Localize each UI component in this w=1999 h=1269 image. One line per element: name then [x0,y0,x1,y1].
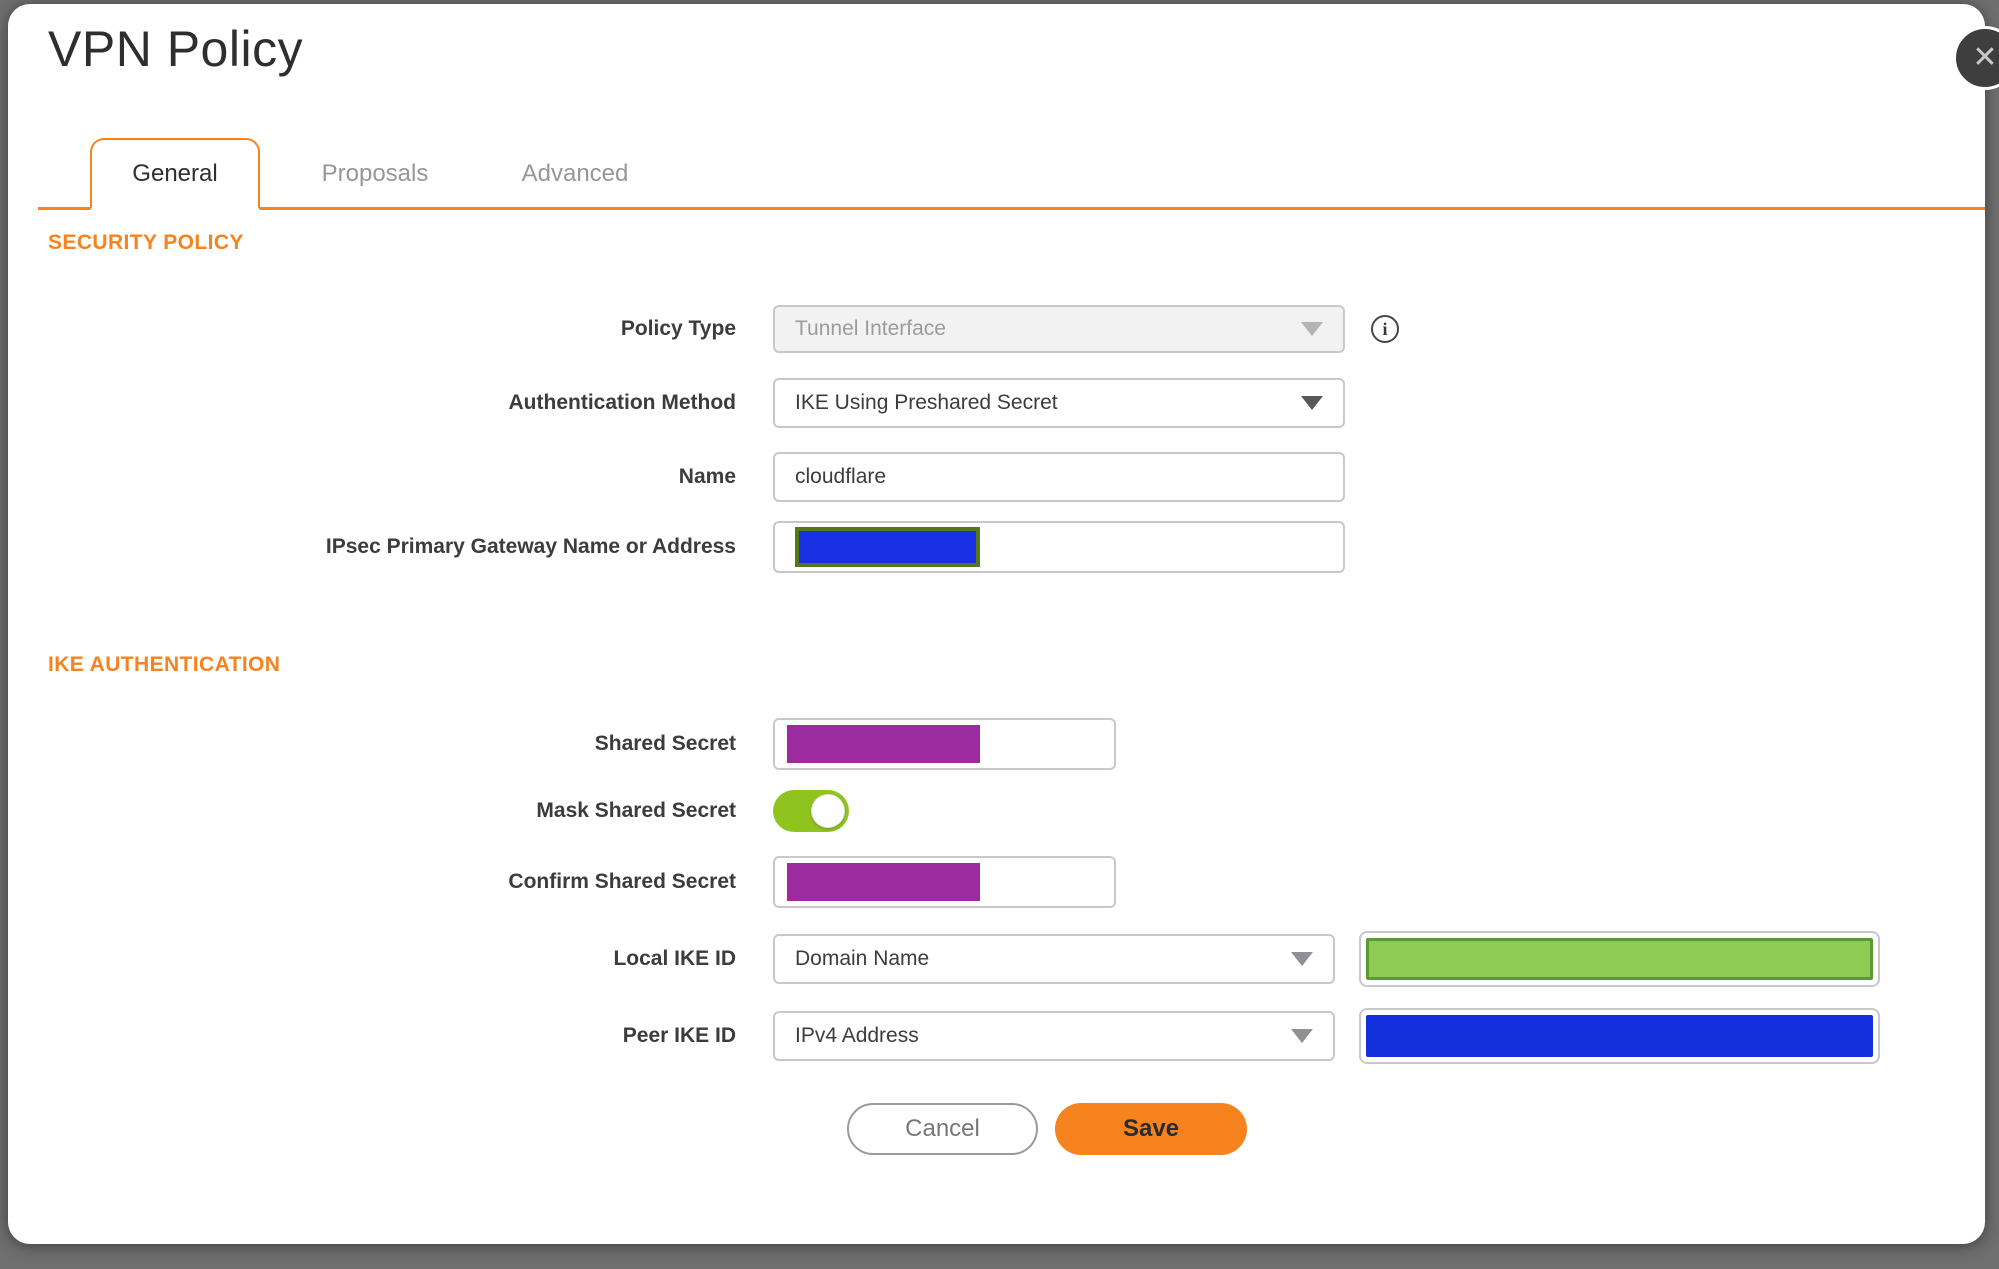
section-security-policy: SECURITY POLICY [48,231,244,254]
redacted-peer-ike-id-value [1366,1015,1873,1057]
shared-secret-label: Shared Secret [594,732,736,755]
chevron-down-icon [1301,396,1323,410]
tab-general[interactable]: General [90,138,260,210]
shared-secret-input[interactable] [773,718,1116,770]
dialog-actions: Cancel Save [847,1103,1247,1155]
close-button[interactable]: ✕ [1953,26,1999,90]
tab-proposals[interactable]: Proposals [290,138,460,210]
local-ike-id-label: Local IKE ID [613,947,736,970]
chevron-down-icon [1291,952,1313,966]
peer-ike-id-row: Peer IKE ID IPv4 Address [8,1008,1985,1064]
local-ike-id-type-value: Domain Name [795,947,930,970]
policy-type-select: Tunnel Interface [773,305,1345,353]
authentication-method-value: IKE Using Preshared Secret [795,391,1058,414]
redacted-local-ike-id-value [1366,938,1873,980]
vpn-policy-dialog: VPN Policy ✕ General Proposals Advanced … [8,4,1999,1244]
redacted-confirm-shared-secret-value [787,863,980,901]
mask-shared-secret-toggle[interactable] [773,790,849,832]
info-icon[interactable]: i [1371,315,1399,343]
chevron-down-icon [1301,322,1323,336]
tab-bar: General Proposals Advanced [38,138,1985,210]
name-row: Name cloudflare [8,452,1985,502]
local-ike-id-row: Local IKE ID Domain Name [8,931,1985,987]
name-value: cloudflare [795,465,887,488]
shared-secret-row: Shared Secret [8,718,1985,770]
info-glyph: i [1382,318,1388,339]
tab-advanced[interactable]: Advanced [490,138,660,210]
authentication-method-row: Authentication Method IKE Using Preshare… [8,378,1985,428]
peer-ike-id-value-input[interactable] [1359,1008,1880,1064]
authentication-method-select[interactable]: IKE Using Preshared Secret [773,378,1345,428]
peer-ike-id-type-value: IPv4 Address [795,1024,919,1047]
mask-shared-secret-label: Mask Shared Secret [536,799,736,822]
chevron-down-icon [1291,1029,1313,1043]
redacted-gateway-value [795,527,980,567]
gateway-input[interactable] [773,521,1345,573]
confirm-shared-secret-input[interactable] [773,856,1116,908]
cancel-button[interactable]: Cancel [847,1103,1038,1155]
policy-type-value: Tunnel Interface [795,317,946,340]
gateway-label: IPsec Primary Gateway Name or Address [325,535,736,558]
gateway-row: IPsec Primary Gateway Name or Address [8,521,1985,573]
confirm-shared-secret-label: Confirm Shared Secret [508,870,736,893]
redacted-shared-secret-value [787,725,980,763]
authentication-method-label: Authentication Method [508,391,736,414]
page-title: VPN Policy [48,21,304,77]
save-button[interactable]: Save [1055,1103,1247,1155]
close-icon: ✕ [1972,41,1998,74]
local-ike-id-value-input[interactable] [1359,931,1880,987]
name-input[interactable]: cloudflare [773,452,1345,502]
mask-shared-secret-row: Mask Shared Secret [8,790,1985,832]
toggle-knob [811,794,845,828]
local-ike-id-type-select[interactable]: Domain Name [773,934,1335,984]
peer-ike-id-label: Peer IKE ID [622,1024,736,1047]
name-label: Name [678,465,736,488]
policy-type-row: Policy Type Tunnel Interface i [8,305,1985,353]
section-ike-authentication: IKE AUTHENTICATION [48,653,281,676]
peer-ike-id-type-select[interactable]: IPv4 Address [773,1011,1335,1061]
confirm-shared-secret-row: Confirm Shared Secret [8,856,1985,908]
policy-type-label: Policy Type [620,317,736,340]
